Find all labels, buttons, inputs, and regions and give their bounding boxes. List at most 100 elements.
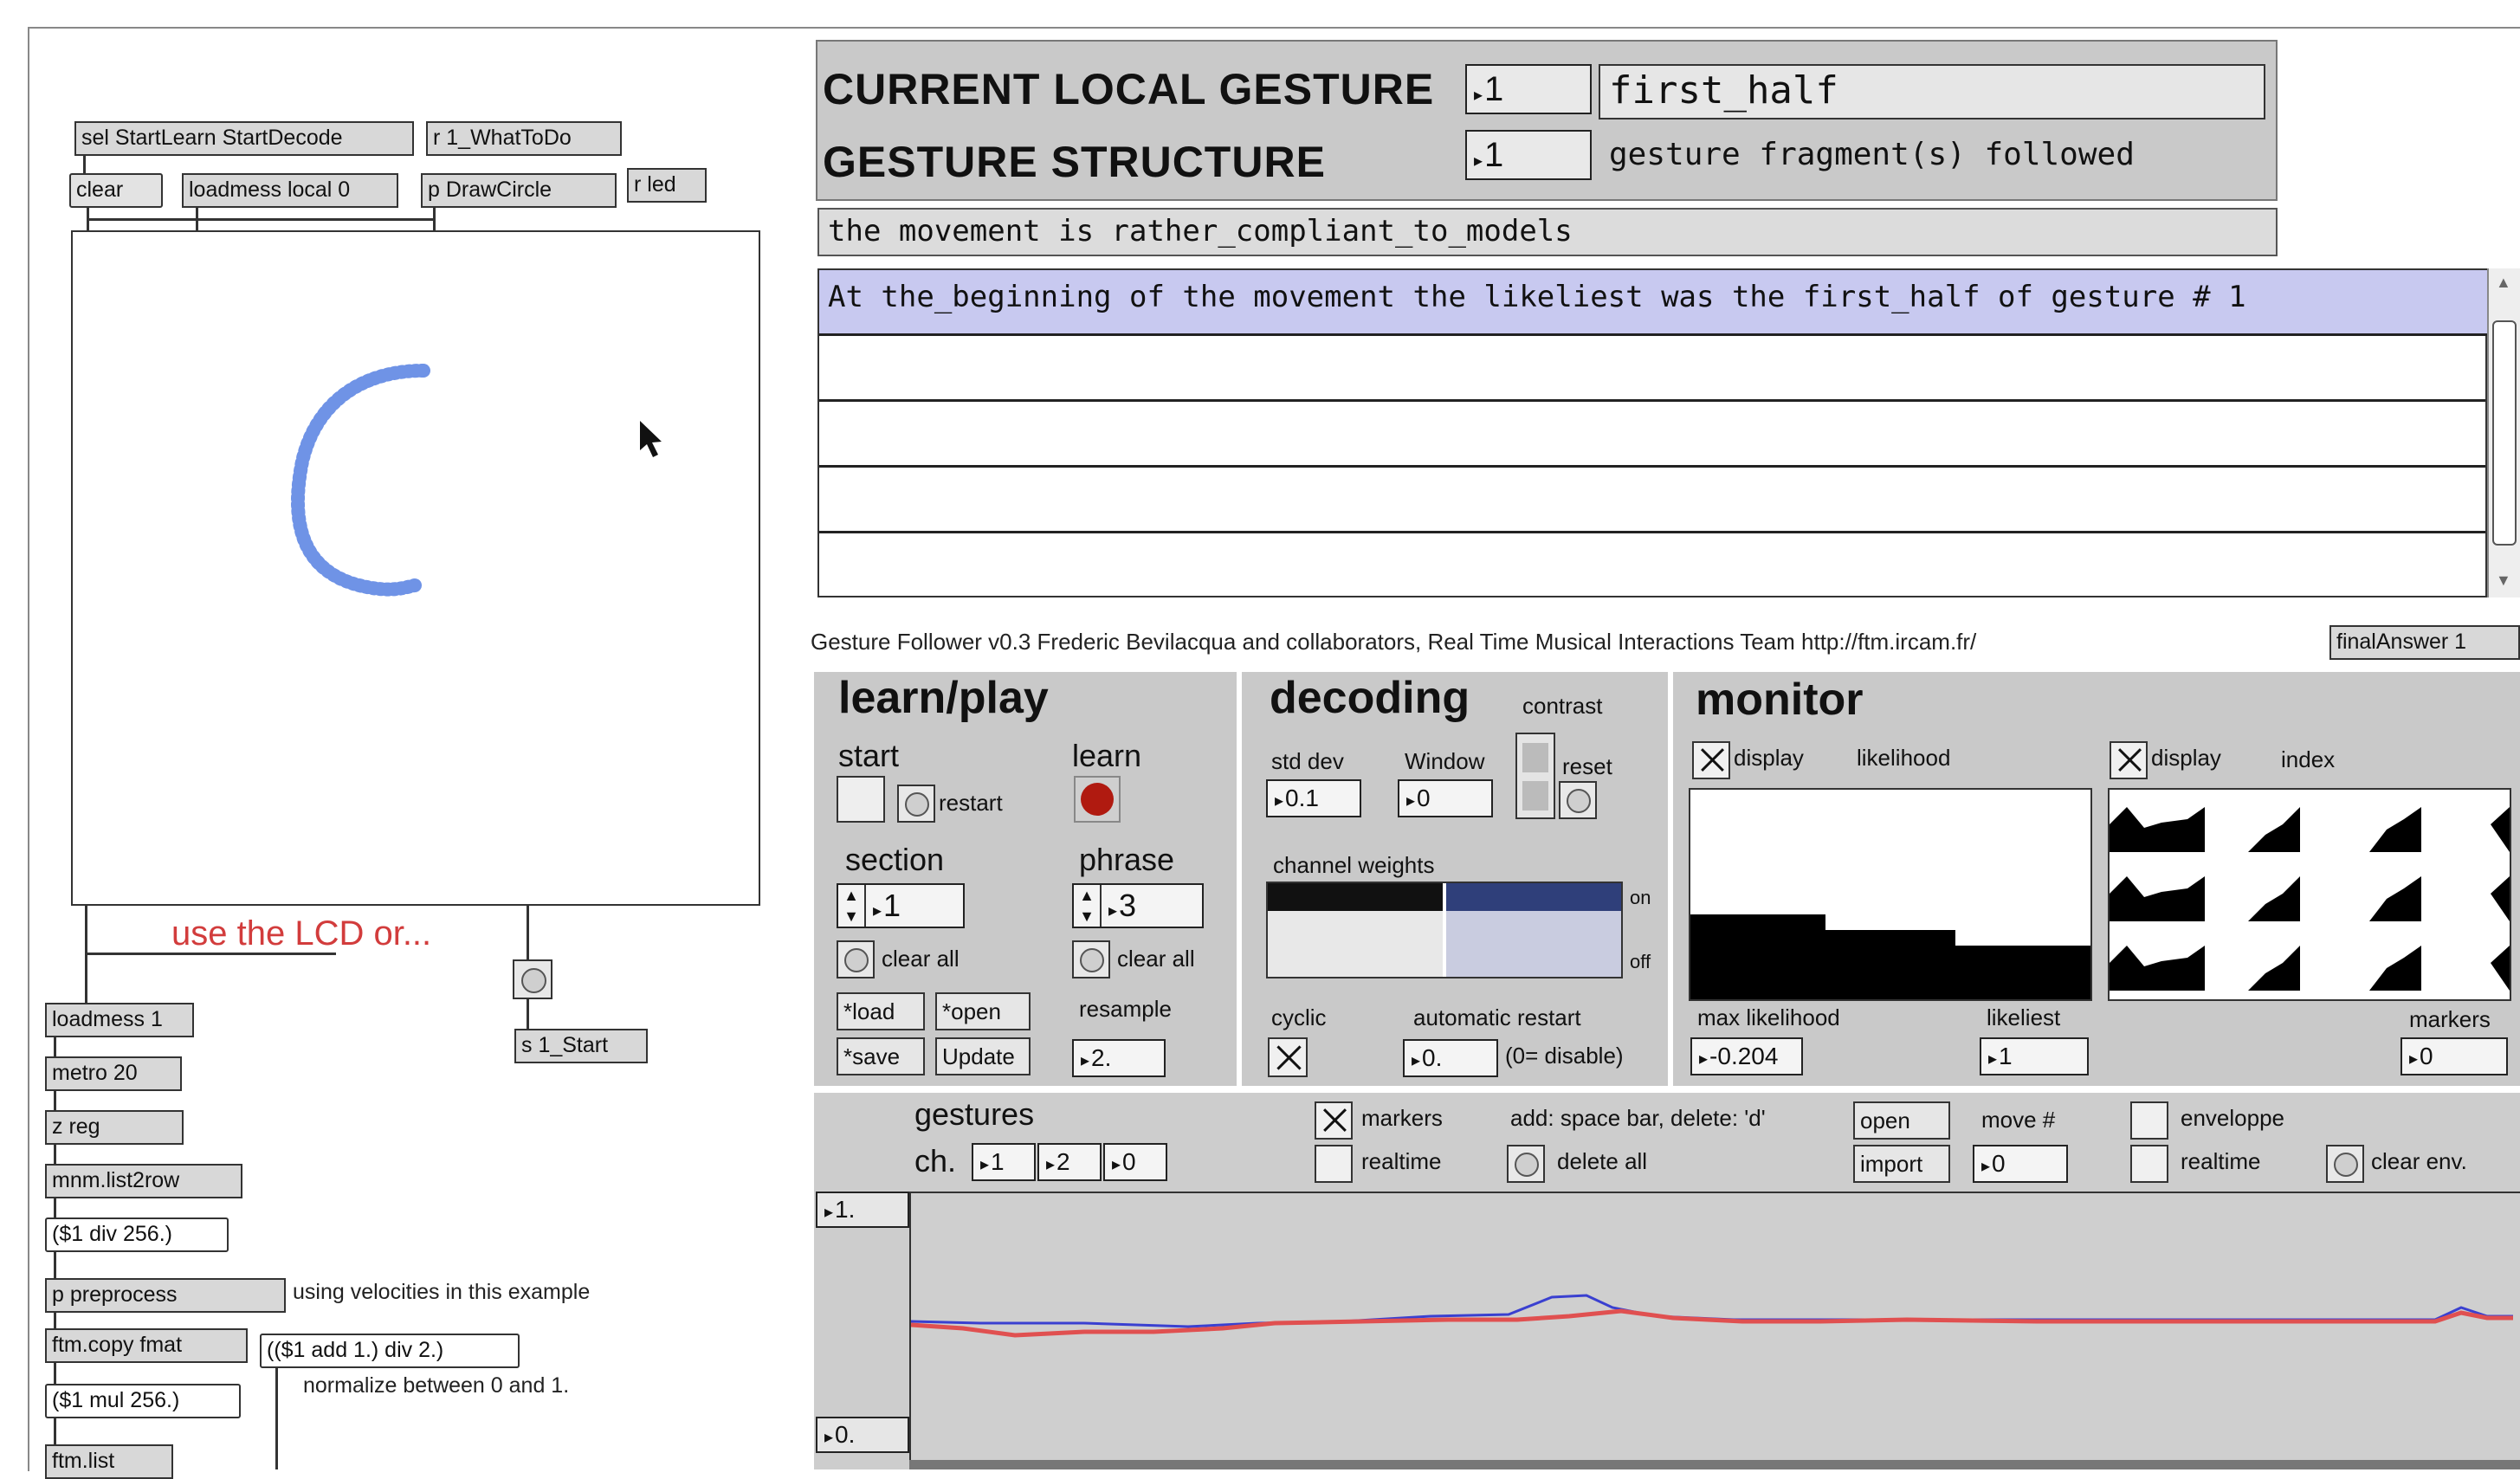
section-stepper[interactable]: ▲▼ [838, 885, 866, 927]
gesture-structure-number[interactable]: 1 [1465, 130, 1592, 180]
contrast-slider-thumb[interactable] [1522, 743, 1548, 772]
patch-cord [527, 999, 529, 1030]
index-plot [2108, 788, 2511, 1001]
log-row[interactable] [819, 336, 2485, 402]
log-row[interactable] [819, 402, 2485, 468]
loadmess1-object[interactable]: loadmess 1 [45, 1003, 194, 1037]
clear-message[interactable]: clear [69, 173, 163, 208]
auto-restart-number[interactable]: 0. [1403, 1039, 1498, 1077]
resample-label: resample [1079, 996, 1172, 1022]
load-button[interactable]: *load [837, 992, 925, 1030]
r-led-object[interactable]: r led [627, 168, 707, 203]
move-number[interactable]: 0 [1973, 1145, 2068, 1183]
learn-led[interactable] [1074, 776, 1121, 823]
scroll-up-icon[interactable]: ▲ [2496, 274, 2511, 292]
channel-2-number[interactable]: 2 [1037, 1143, 1102, 1181]
window-number[interactable]: 0 [1398, 779, 1493, 817]
patch-cord [85, 906, 87, 1018]
cyclic-toggle[interactable] [1268, 1037, 1308, 1077]
start-bang[interactable] [513, 959, 552, 999]
log-row-highlighted[interactable]: At the_beginning of the movement the lik… [819, 270, 2491, 336]
mul-expression[interactable]: ($1 mul 256.) [45, 1384, 241, 1418]
drawcircle-object[interactable]: p DrawCircle [421, 173, 617, 208]
index-display-toggle[interactable] [2110, 741, 2148, 779]
phrase-clear-all-bang[interactable] [1072, 940, 1110, 978]
lcd-canvas[interactable] [71, 230, 760, 906]
gesture-structure-label: GESTURE STRUCTURE [823, 138, 1326, 186]
gestures-import-button[interactable]: import [1853, 1145, 1950, 1183]
r-whattodo-object[interactable]: r 1_WhatToDo [426, 121, 622, 156]
s-start-object[interactable]: s 1_Start [514, 1029, 648, 1063]
gestures-open-button[interactable]: open [1853, 1101, 1950, 1140]
scroll-down-icon[interactable]: ▼ [2496, 572, 2511, 590]
markers-label: markers [2409, 1006, 2491, 1032]
normalize-comment: normalize between 0 and 1. [303, 1373, 570, 1398]
z-reg-object[interactable]: z reg [45, 1110, 184, 1145]
envelope-toggle[interactable] [2130, 1101, 2168, 1140]
restart-bang[interactable] [897, 785, 935, 823]
bottom-scrollbar[interactable] [909, 1460, 2520, 1469]
channel-1-number[interactable]: 1 [972, 1143, 1036, 1181]
log-row[interactable] [819, 468, 2485, 533]
lcd-hint: use the LCD or... [171, 914, 432, 953]
save-button[interactable]: *save [837, 1037, 925, 1075]
scroll-thumb[interactable] [2492, 320, 2517, 546]
sel-object[interactable]: sel StartLearn StartDecode [74, 121, 414, 156]
likelihood-plot [1689, 788, 2092, 1001]
log-scrollbar[interactable]: ▲ ▼ [2487, 268, 2520, 597]
cyclic-label: cyclic [1271, 1004, 1327, 1030]
phrase-stepper[interactable]: ▲▼ [1074, 885, 1102, 927]
contrast-slider[interactable] [1515, 733, 1555, 819]
div-expression[interactable]: ($1 div 256.) [45, 1217, 229, 1252]
start-toggle[interactable] [837, 776, 885, 823]
std-dev-label: std dev [1271, 748, 1344, 774]
metro-object[interactable]: metro 20 [45, 1056, 182, 1091]
open-button[interactable]: *open [935, 992, 1031, 1030]
decoding-title: decoding [1270, 673, 1470, 723]
realtime-env-toggle[interactable] [2130, 1145, 2168, 1183]
likeliest-number: 1 [1980, 1037, 2089, 1075]
disable-hint: (0= disable) [1505, 1043, 1624, 1069]
weight-slider-2[interactable] [1446, 883, 1621, 977]
list2row-object[interactable]: mnm.list2row [45, 1164, 242, 1198]
envelope-label: enveloppe [2181, 1105, 2284, 1131]
preprocess-object[interactable]: p preprocess [45, 1278, 286, 1313]
channel-weights-sliders[interactable] [1266, 882, 1623, 978]
patch-cord [54, 1363, 56, 1384]
phrase-number[interactable]: ▲▼3 [1072, 883, 1204, 928]
realtime-toggle-label: realtime [1361, 1148, 1442, 1174]
weight-slider-1[interactable] [1268, 883, 1446, 977]
velocities-comment: using velocities in this example [293, 1280, 591, 1304]
y-min-number[interactable]: 0. [816, 1417, 909, 1453]
final-answer-object[interactable]: finalAnswer 1 [2329, 625, 2520, 660]
likelihood-display-toggle[interactable] [1692, 741, 1730, 779]
patch-cord [54, 1198, 56, 1217]
realtime-toggle[interactable] [1315, 1145, 1353, 1183]
current-gesture-number[interactable]: 1 [1465, 64, 1592, 114]
reset-bang[interactable] [1559, 781, 1597, 819]
std-dev-number[interactable]: 0.1 [1266, 779, 1361, 817]
clear-env-bang[interactable] [2326, 1145, 2364, 1183]
learn-label: learn [1072, 738, 1142, 773]
add-expression[interactable]: (($1 add 1.) div 2.) [260, 1334, 520, 1368]
loadmess-object[interactable]: loadmess local 0 [182, 173, 398, 208]
delete-all-bang[interactable] [1507, 1145, 1545, 1183]
markers-number: 0 [2400, 1037, 2508, 1075]
update-button[interactable]: Update [935, 1037, 1031, 1075]
log-list[interactable]: At the_beginning of the movement the lik… [817, 268, 2491, 599]
ftm-list-object[interactable]: ftm.list [45, 1444, 173, 1479]
y-max-number[interactable]: 1. [816, 1192, 909, 1228]
channel-3-number[interactable]: 0 [1103, 1143, 1167, 1181]
max-likelihood-number: -0.204 [1690, 1037, 1803, 1075]
markers-toggle[interactable] [1315, 1101, 1353, 1140]
log-row[interactable] [819, 533, 2485, 599]
current-gesture-name: first_half [1599, 64, 2265, 119]
resample-number[interactable]: 2. [1072, 1039, 1166, 1077]
ftm-copy-object[interactable]: ftm.copy fmat [45, 1328, 248, 1363]
patch-cord [87, 218, 433, 221]
section-number[interactable]: ▲▼1 [837, 883, 965, 928]
patch-cord [54, 1091, 56, 1112]
section-clear-all-bang[interactable] [837, 940, 875, 978]
on-label: on [1630, 887, 1651, 908]
phrase-clear-all-label: clear all [1117, 946, 1195, 972]
